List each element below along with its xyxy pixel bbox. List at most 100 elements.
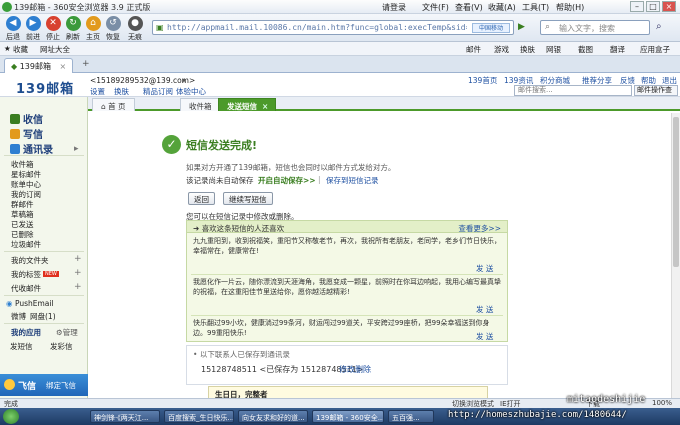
search-go-icon[interactable]: ⌕ [656, 21, 662, 32]
app-send-sms[interactable]: 发短信 [10, 341, 33, 352]
section-my-folders[interactable]: 我的文件夹 [11, 255, 49, 266]
mail-search-input[interactable]: 邮件搜索... [514, 85, 632, 96]
mail-tab-send-sms[interactable]: 发送短信 × [218, 98, 276, 111]
continue-sms-button[interactable]: 继续写短信 [223, 192, 273, 205]
weibo-link[interactable]: 微博 [11, 311, 26, 322]
toolbar-games[interactable]: 游戏 [494, 44, 509, 55]
toolbar-screenshot[interactable]: 截图 [578, 44, 593, 55]
sidebar-contacts[interactable]: 通讯录 [10, 141, 53, 156]
incognito-button[interactable]: ● 无痕 [122, 16, 148, 42]
account-email[interactable]: <15189289532@139.com> [90, 76, 195, 85]
add-tag-icon[interactable]: + [74, 268, 82, 278]
netdisk-link[interactable]: 网盘(1) [30, 311, 56, 322]
link-139home[interactable]: 139首页 [468, 75, 497, 86]
toolbar-appbox[interactable]: 应用盒子 [640, 44, 670, 55]
watermark-name: mitaodeshijie [567, 394, 646, 405]
link-skin[interactable]: 换肤 [114, 86, 129, 97]
mail-sidebar: 收信 写信 通讯录 ▸ 收件箱 星标邮件 账单中心 我的订阅 群邮件 草稿箱 已… [0, 97, 88, 401]
mail-search-select[interactable]: 邮件操作查 [634, 85, 678, 96]
arrow-icon: ➜ [193, 224, 200, 233]
sidebar-divider [4, 295, 84, 296]
search-box[interactable]: ⌕ 输入文字，搜索 [540, 20, 650, 35]
back-button[interactable]: 返回 [188, 192, 215, 205]
maximize-button[interactable]: □ [646, 1, 660, 12]
fetion-bar[interactable]: 飞信 绑定飞信 [0, 374, 88, 396]
menu-file[interactable]: 文件(F) [422, 2, 449, 13]
edit-delete-link[interactable]: 修改删除 [339, 364, 371, 375]
add-fetch-icon[interactable]: + [74, 282, 82, 292]
app-send-mms[interactable]: 发彩信 [50, 341, 73, 352]
pushemail-link[interactable]: ◉ PushEmail [6, 299, 54, 308]
section-my-tags[interactable]: 我的标签 NEW [11, 269, 59, 280]
zoom-level[interactable]: 100% [652, 399, 672, 407]
menu-help[interactable]: 帮助(H) [556, 2, 584, 13]
send-description: 如果对方开通了139邮箱，短信也会同时以邮件方式发给对方。 [186, 163, 396, 172]
home-icon: ⌂ [101, 102, 106, 111]
sidebar-receive[interactable]: 收信 [10, 111, 43, 126]
tab-139mail[interactable]: ◆ 139邮箱 × [4, 58, 74, 73]
info-icon: • [193, 350, 198, 359]
taskbar-item-active[interactable]: 139邮箱 - 360安全... [312, 410, 384, 423]
scrollbar-thumb[interactable] [673, 117, 679, 267]
favorite-link-hao[interactable]: 网址大全 [40, 44, 70, 55]
link-experience[interactable]: 体验中心 [176, 86, 206, 97]
menu-login[interactable]: 请登录 [382, 2, 406, 13]
taskbar-item[interactable]: 神剑锋·《两天江... [90, 410, 160, 423]
new-tab-icon[interactable]: + [82, 59, 90, 69]
toolbar-mail[interactable]: 邮件 [466, 44, 481, 55]
toolbar-bank[interactable]: 网银 [546, 44, 561, 55]
refresh-icon: ↻ [65, 16, 81, 31]
folder-spam[interactable]: 垃圾邮件 [11, 239, 41, 250]
browser-title-bar: 139邮箱 - 360安全浏览器 3.9 正式版 请登录 文件(F) 查看(V)… [0, 0, 680, 14]
gear-icon: ⚙ [56, 328, 63, 337]
taskbar-item[interactable]: 五百强... [388, 410, 434, 423]
page-icon: ▣ [156, 23, 164, 32]
menu-tools[interactable]: 工具(T) [522, 2, 549, 13]
menu-view[interactable]: 查看(V) [455, 2, 483, 13]
taskbar-item[interactable]: 百度搜索_生日快乐... [164, 410, 234, 423]
push-icon: ◉ [6, 299, 13, 308]
greeting-send-button[interactable]: 发 送 [476, 263, 493, 274]
close-tab-icon[interactable]: × [262, 102, 268, 111]
mail-header: 139邮箱 <15189289532@139.com> ▾ 设置 换肤 精品订阅… [0, 73, 680, 97]
bind-fetion-link[interactable]: 绑定飞信 [46, 380, 76, 391]
mail-tab-home[interactable]: ⌂ 首 页 [92, 98, 135, 111]
menu-favorites[interactable]: 收藏(A) [488, 2, 516, 13]
stop-icon: ✕ [45, 16, 61, 31]
toolbar-skin[interactable]: 换肤 [520, 44, 535, 55]
pencil-icon [10, 129, 20, 139]
close-tab-icon[interactable]: × [60, 62, 67, 71]
minimize-button[interactable]: – [630, 1, 644, 12]
account-dropdown-icon[interactable]: ▾ [182, 76, 186, 85]
add-folder-icon[interactable]: + [74, 254, 82, 264]
recommended-greetings: ➜ 喜欢这条短信的人还喜欢 查看更多>> 九九重阳到，收到祝福笑，重阳节又称敬老… [186, 220, 508, 342]
enable-auto-save-link[interactable]: 开启自动保存>> [258, 175, 316, 186]
toolbar-translate[interactable]: 翻译 [610, 44, 625, 55]
greeting-send-button[interactable]: 发 送 [476, 331, 493, 341]
sidebar-compose[interactable]: 写信 [10, 126, 43, 141]
more-greetings-link[interactable]: 查看更多>> [458, 223, 501, 234]
address-bar[interactable]: ▣ http://appmail.mail.10086.cn/main.htm?… [152, 20, 514, 35]
search-placeholder: 输入文字，搜索 [559, 24, 615, 33]
apps-manage-link[interactable]: ⚙管理 [56, 327, 78, 338]
contacts-expand-icon[interactable]: ▸ [74, 144, 79, 154]
address-input[interactable]: http://appmail.mail.10086.cn/main.htm?fu… [167, 23, 467, 32]
auto-save-status: 该记录尚未自动保存 [186, 176, 254, 185]
taskbar-item[interactable]: 向女友求和好的道... [238, 410, 308, 423]
go-arrow-icon[interactable]: ▶ [518, 22, 525, 32]
navigation-toolbar: ◀ 后退 ▶ 前进 ✕ 停止 ↻ 刷新 ⌂ 主页 ↺ 恢复 ● 无痕 ▣ htt… [0, 14, 680, 42]
mail-logo[interactable]: 139邮箱 [16, 78, 74, 97]
section-fetch-mail[interactable]: 代收邮件 [11, 283, 41, 294]
greeting-send-button[interactable]: 发 送 [476, 304, 493, 315]
restore-icon: ↺ [105, 16, 121, 31]
start-button[interactable] [3, 409, 19, 424]
favorites-menu[interactable]: 收藏 [13, 44, 28, 55]
save-record-link[interactable]: 保存到短信记录 [326, 175, 379, 186]
carrier-badge: 中国移动 [472, 23, 510, 33]
link-settings[interactable]: 设置 [90, 86, 105, 97]
close-window-button[interactable]: × [662, 1, 676, 12]
watermark-url: http://homeszhubajie.com/1480644/ [448, 410, 627, 420]
sidebar-divider [4, 155, 84, 156]
vertical-scrollbar[interactable] [671, 113, 680, 401]
link-subscribe[interactable]: 精品订阅 [143, 86, 173, 97]
